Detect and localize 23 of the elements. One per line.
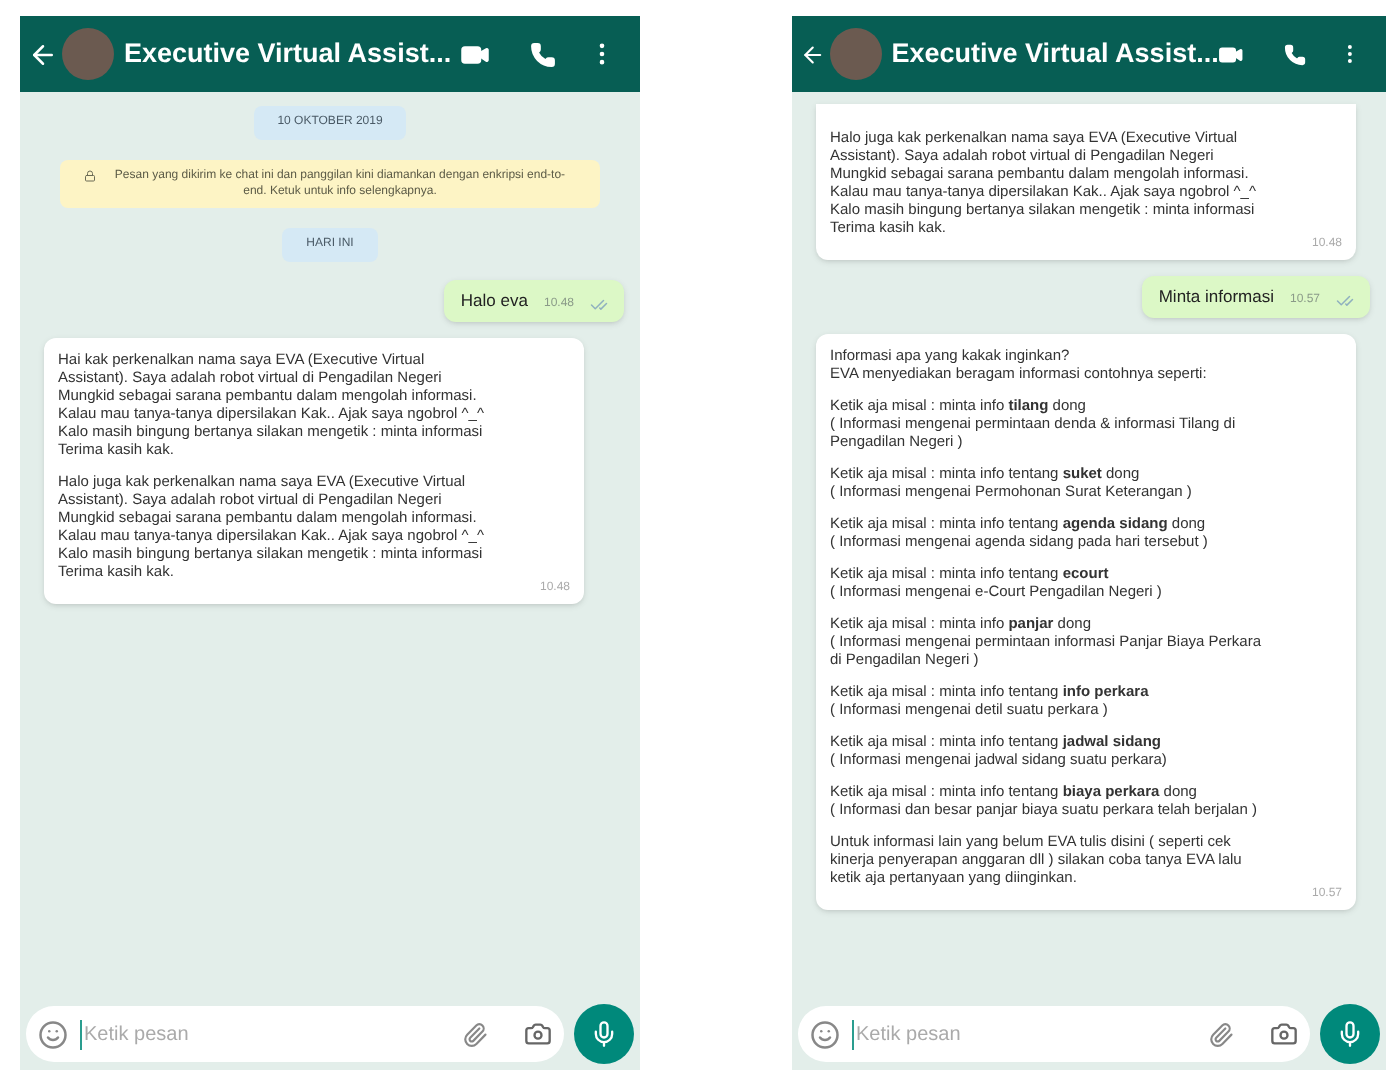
microphone-icon	[1336, 1020, 1364, 1048]
double-check-icon	[590, 295, 608, 314]
double-check-icon	[1336, 291, 1354, 310]
phone-icon[interactable]	[1284, 41, 1307, 67]
message-input[interactable]: Ketik pesan	[80, 1019, 450, 1049]
message-input-field[interactable]: Ketik pesan	[26, 1006, 564, 1062]
message-input[interactable]: Ketik pesan	[852, 1019, 1196, 1049]
chat-title[interactable]: Executive Virtual Assist...	[891, 33, 1219, 75]
message-text: Minta informasi	[1158, 284, 1274, 310]
microphone-icon	[590, 1020, 618, 1048]
chat-title[interactable]: Executive Virtual Assist...	[124, 33, 452, 75]
microphone-button[interactable]	[1320, 1004, 1380, 1064]
camera-icon[interactable]	[524, 1020, 552, 1048]
camera-icon[interactable]	[1270, 1020, 1298, 1048]
message-text: Halo eva	[460, 288, 528, 314]
lock-icon	[84, 170, 96, 182]
microphone-button[interactable]	[574, 1004, 634, 1064]
paperclip-icon[interactable]	[462, 1021, 488, 1047]
message-input-field[interactable]: Ketik pesan	[798, 1006, 1310, 1062]
emoji-icon[interactable]	[38, 1019, 68, 1049]
paperclip-icon[interactable]	[1208, 1021, 1234, 1047]
phone-icon[interactable]	[530, 41, 556, 67]
emoji-icon[interactable]	[810, 1019, 840, 1049]
